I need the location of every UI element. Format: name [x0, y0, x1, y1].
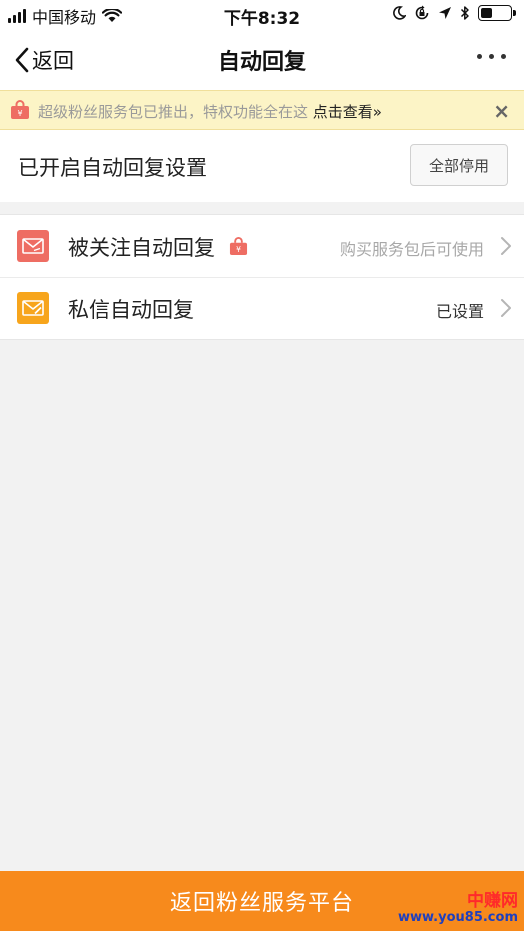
section-title: 已开启自动回复设置	[18, 156, 207, 180]
status-right	[392, 5, 516, 21]
gift-bag-icon: ¥	[229, 237, 248, 256]
back-button[interactable]: 返回	[14, 42, 74, 78]
nav-bar: 返回 自动回复	[0, 30, 524, 90]
promo-message: 超级粉丝服务包已推出，特权功能全在这	[38, 103, 313, 121]
page-title: 自动回复	[217, 50, 306, 75]
status-bar: 中国移动 下午8:32	[0, 0, 524, 30]
svg-text:¥: ¥	[236, 245, 241, 254]
more-dot-icon	[501, 54, 506, 59]
more-button[interactable]	[475, 50, 508, 63]
chevron-right-icon	[501, 237, 511, 255]
watermark-url: www.you85.com	[397, 909, 518, 925]
chevron-right-icon	[501, 299, 511, 317]
more-dot-icon	[477, 54, 482, 59]
bottom-label: 返回粉丝服务平台	[169, 891, 354, 916]
more-dot-icon	[489, 54, 494, 59]
promo-view-link[interactable]: 点击查看»	[313, 103, 382, 121]
item-label: 被关注自动回复	[68, 236, 215, 260]
reply-list: 被关注自动回复 ¥ 购买服务包后可使用 私信自动回复 已设置	[0, 214, 524, 340]
return-fan-service-button[interactable]: 返回粉丝服务平台 中赚网 www.you85.com	[0, 871, 524, 931]
list-item-follow-reply[interactable]: 被关注自动回复 ¥ 购买服务包后可使用	[0, 215, 524, 277]
item-status: 已设置	[435, 302, 484, 321]
watermark: 中赚网 www.you85.com	[398, 892, 518, 925]
watermark-logo: 中赚网	[467, 891, 518, 912]
svg-text:¥: ¥	[17, 109, 22, 118]
section-header: 已开启自动回复设置 全部停用	[0, 130, 524, 202]
bluetooth-icon	[460, 6, 469, 20]
promo-text: 超级粉丝服务包已推出，特权功能全在这 点击查看»	[38, 101, 382, 122]
follow-reply-icon	[17, 230, 49, 262]
moon-icon	[393, 6, 406, 20]
item-label: 私信自动回复	[68, 298, 194, 322]
item-status: 购买服务包后可使用	[339, 240, 484, 259]
rotation-lock-icon	[415, 5, 429, 20]
chevron-left-icon	[15, 47, 29, 73]
disable-all-button[interactable]: 全部停用	[410, 144, 508, 186]
battery-icon	[478, 5, 516, 21]
close-icon[interactable]: ×	[493, 99, 510, 123]
message-reply-icon	[17, 292, 49, 324]
back-label: 返回	[32, 49, 74, 73]
list-item-message-reply[interactable]: 私信自动回复 已设置	[0, 277, 524, 339]
promo-banner: ¥ 超级粉丝服务包已推出，特权功能全在这 点击查看» ×	[0, 90, 524, 130]
gift-bag-icon: ¥	[11, 100, 29, 119]
location-icon	[439, 7, 451, 19]
